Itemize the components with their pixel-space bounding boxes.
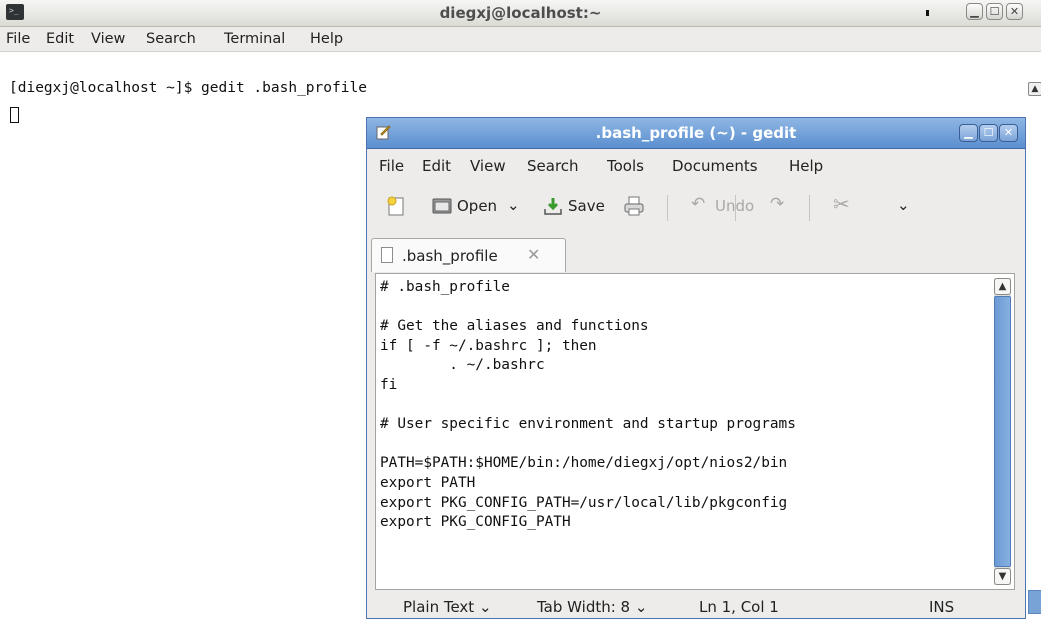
minimize-icon[interactable]: ▁ xyxy=(966,3,983,20)
menu-help[interactable]: Help xyxy=(310,31,343,47)
tab-label: .bash_profile xyxy=(402,247,498,265)
save-button[interactable]: Save xyxy=(568,197,605,215)
maximize-icon[interactable]: ☐ xyxy=(986,3,1003,20)
terminal-title: diegxj@localhost:~ xyxy=(439,4,602,22)
menu-view[interactable]: View xyxy=(91,31,125,47)
gedit-maximize-icon[interactable]: ☐ xyxy=(979,124,998,142)
redo-icon[interactable]: ↷ xyxy=(770,194,784,214)
editor-line: # .bash_profile xyxy=(380,279,510,295)
scroll-up-icon[interactable]: ▲ xyxy=(994,278,1011,295)
gedit-close-icon[interactable]: ✕ xyxy=(999,124,1018,142)
scroll-down-icon[interactable]: ▼ xyxy=(994,568,1011,585)
gedit-menu-edit[interactable]: Edit xyxy=(422,157,451,175)
editor-line: if [ -f ~/.bashrc ]; then xyxy=(380,337,597,354)
terminal-menubar: File Edit View Search Terminal Help xyxy=(0,27,1041,52)
tab-strip: .bash_profile ✕ xyxy=(367,234,1025,272)
open-folder-icon[interactable] xyxy=(431,195,453,217)
status-bar: Plain Text ⌄ Tab Width: 8 ⌄ Ln 1, Col 1 … xyxy=(367,592,1025,620)
terminal-scrollbar-thumb[interactable] xyxy=(1028,590,1041,614)
gedit-menu-search[interactable]: Search xyxy=(527,157,579,175)
new-document-icon[interactable] xyxy=(385,195,407,217)
editor-line: . ~/.bashrc xyxy=(380,357,545,374)
gedit-minimize-icon[interactable]: ▁ xyxy=(959,124,978,142)
language-selector[interactable]: Plain Text ⌄ xyxy=(403,598,492,616)
gedit-menubar: File Edit View Search Tools Documents He… xyxy=(367,149,1025,179)
menu-terminal[interactable]: Terminal xyxy=(224,31,285,47)
gedit-title: .bash_profile (~) - gedit xyxy=(595,124,797,142)
editor-line: export PKG_CONFIG_PATH xyxy=(380,514,571,531)
dash-mark xyxy=(926,10,929,16)
gedit-menu-file[interactable]: File xyxy=(379,157,404,175)
editor-text: # .bash_profile # Get the aliases and fu… xyxy=(380,278,796,533)
tab-close-icon[interactable]: ✕ xyxy=(527,245,540,264)
text-editor-area[interactable]: # .bash_profile # Get the aliases and fu… xyxy=(375,273,1015,590)
editor-line: export PKG_CONFIG_PATH=/usr/local/lib/pk… xyxy=(380,494,788,511)
editor-line: # User specific environment and startup … xyxy=(380,416,796,433)
editor-line: PATH=$PATH:$HOME/bin:/home/diegxj/opt/ni… xyxy=(380,455,788,472)
document-icon xyxy=(381,247,393,263)
editor-line: fi xyxy=(380,376,398,393)
open-button[interactable]: Open xyxy=(457,197,497,215)
gedit-menu-view[interactable]: View xyxy=(470,157,506,175)
gedit-menu-help[interactable]: Help xyxy=(789,157,823,175)
open-dropdown-chevron-icon[interactable]: ⌄ xyxy=(507,196,520,214)
save-icon[interactable] xyxy=(542,195,564,217)
editor-scrollbar-thumb[interactable] xyxy=(994,296,1011,567)
gedit-toolbar: Open ⌄ Save ↶ Undo ↷ ✂ ⌄ xyxy=(367,180,1025,234)
toolbar-overflow-chevron-icon[interactable]: ⌄ xyxy=(897,196,910,214)
tab-bash-profile[interactable]: .bash_profile ✕ xyxy=(371,238,566,272)
terminal-scroll-up-icon[interactable]: ▲ xyxy=(1028,82,1041,96)
undo-icon[interactable]: ↶ xyxy=(691,194,705,214)
toolbar-separator xyxy=(809,195,810,221)
terminal-cursor xyxy=(10,107,19,123)
gedit-menu-documents[interactable]: Documents xyxy=(672,157,758,175)
menu-edit[interactable]: Edit xyxy=(46,31,74,47)
menu-file[interactable]: File xyxy=(6,31,30,47)
editor-line: # Get the aliases and functions xyxy=(380,318,649,335)
print-icon[interactable] xyxy=(623,195,645,217)
gedit-window: .bash_profile (~) - gedit ▁ ☐ ✕ File Edi… xyxy=(366,117,1026,619)
close-icon[interactable]: ✕ xyxy=(1006,3,1023,20)
tab-width-selector[interactable]: Tab Width: 8 ⌄ xyxy=(537,598,647,616)
terminal-titlebar[interactable]: >_ diegxj@localhost:~ ▁ ☐ ✕ xyxy=(0,0,1041,27)
gedit-titlebar[interactable]: .bash_profile (~) - gedit ▁ ☐ ✕ xyxy=(367,118,1025,149)
insert-mode: INS xyxy=(929,598,955,616)
cut-scissors-icon[interactable]: ✂ xyxy=(833,192,850,216)
undo-button[interactable]: Undo xyxy=(715,197,754,215)
menu-search[interactable]: Search xyxy=(146,31,196,47)
editor-line: export PATH xyxy=(380,474,476,491)
terminal-prompt-line: [diegxj@localhost ~]$ gedit .bash_profil… xyxy=(9,80,367,96)
cursor-position: Ln 1, Col 1 xyxy=(699,598,779,616)
toolbar-separator xyxy=(667,195,668,221)
editor-scrollbar[interactable]: ▲ ▼ xyxy=(994,278,1011,585)
gedit-menu-tools[interactable]: Tools xyxy=(607,157,644,175)
